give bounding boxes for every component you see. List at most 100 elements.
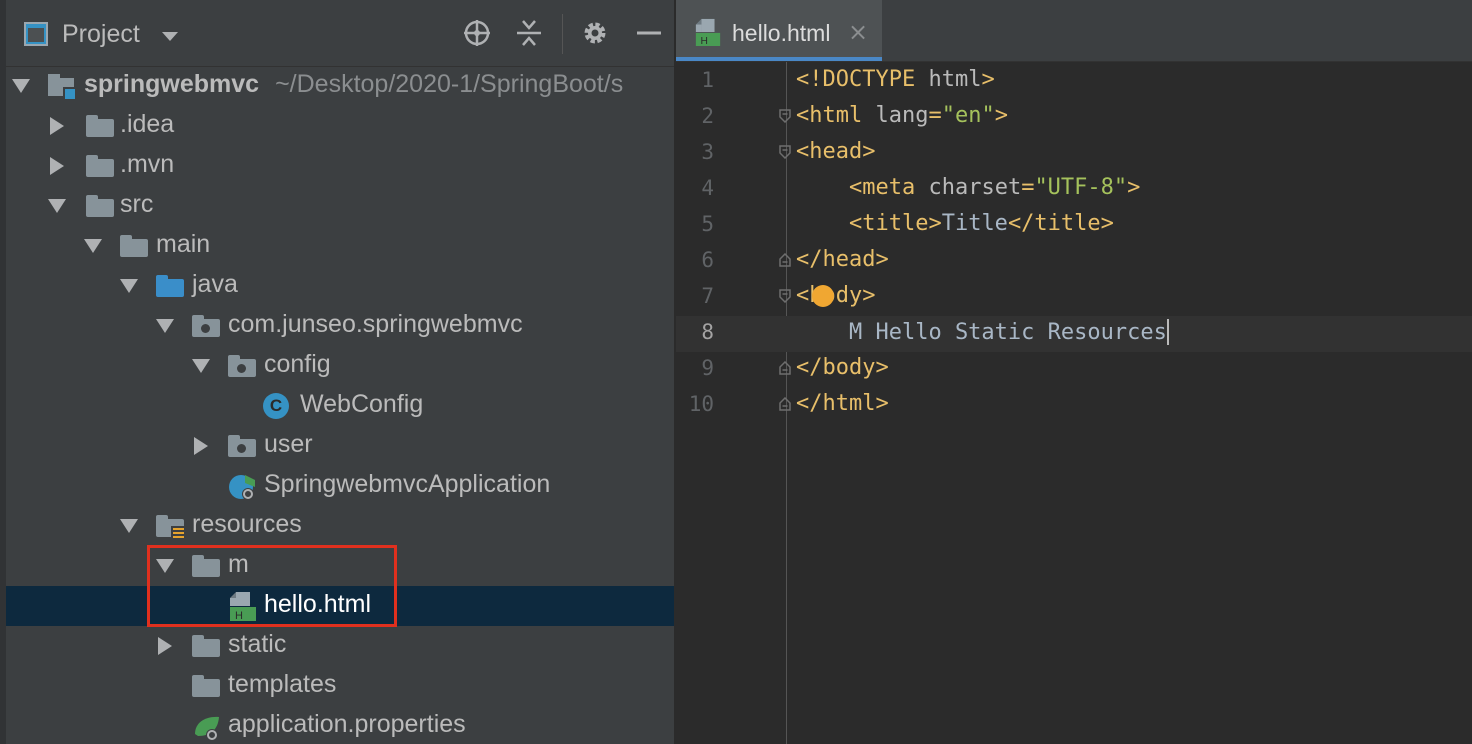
folder-icon bbox=[192, 635, 220, 657]
code-line[interactable]: 9 </body> bbox=[676, 352, 1472, 388]
expand-arrow-icon[interactable] bbox=[84, 239, 102, 253]
editor-panel: H hello.html × 1 <!DOCTYPE html> 2 <html la… bbox=[676, 0, 1472, 744]
tree-item-label: static bbox=[228, 630, 287, 658]
tree-item-package[interactable]: com.junseo.springwebmvc bbox=[6, 306, 674, 346]
tree-item-resources[interactable]: resources bbox=[6, 506, 674, 546]
code-line[interactable]: 5 <title>Title</title> bbox=[676, 208, 1472, 244]
code-text: <body> bbox=[796, 283, 876, 308]
tree-item-label: springwebmvc ~/Desktop/2020-1/SpringBoot/… bbox=[84, 70, 624, 98]
code-line[interactable]: 8 M Hello Static Resources bbox=[676, 316, 1472, 352]
code-line[interactable]: 3 <head> bbox=[676, 136, 1472, 172]
folder-icon bbox=[192, 555, 220, 577]
gear-icon[interactable] bbox=[580, 18, 610, 48]
expand-arrow-icon[interactable] bbox=[50, 117, 64, 135]
fold-close-icon[interactable] bbox=[779, 253, 791, 267]
tree-item-hello-html[interactable]: H hello.html bbox=[6, 586, 674, 626]
code-line[interactable]: 10 </html> bbox=[676, 388, 1472, 424]
expand-arrow-icon[interactable] bbox=[158, 637, 172, 655]
folder-icon bbox=[86, 115, 114, 137]
minimize-icon[interactable] bbox=[634, 18, 664, 48]
tree-item-label: resources bbox=[192, 510, 302, 538]
code-text: <meta charset="UTF-8"> bbox=[848, 175, 1141, 200]
tree-item-java[interactable]: java bbox=[6, 266, 674, 306]
collapse-all-icon[interactable] bbox=[514, 18, 544, 48]
chevron-down-icon[interactable] bbox=[162, 32, 178, 41]
code-line[interactable]: 6 </head> bbox=[676, 244, 1472, 280]
tree-item-label: config bbox=[264, 350, 331, 378]
code-text: <head> bbox=[796, 139, 876, 164]
tree-item-m[interactable]: m bbox=[6, 546, 674, 586]
expand-arrow-icon[interactable] bbox=[120, 279, 138, 293]
line-number: 7 bbox=[701, 284, 714, 308]
line-number: 1 bbox=[701, 68, 714, 92]
project-view-icon bbox=[24, 22, 48, 46]
tree-item-label: application.properties bbox=[228, 710, 466, 738]
fold-close-icon[interactable] bbox=[779, 397, 791, 411]
svg-text:H: H bbox=[701, 36, 708, 47]
fold-open-icon[interactable] bbox=[779, 289, 791, 303]
html-file-icon: H bbox=[230, 592, 256, 622]
tree-item-webconfig[interactable]: C WebConfig bbox=[6, 386, 674, 426]
expand-arrow-icon[interactable] bbox=[192, 359, 210, 373]
module-folder-icon bbox=[48, 74, 77, 101]
tree-item-config[interactable]: config bbox=[6, 346, 674, 386]
editor-tab-bar: H hello.html × bbox=[676, 0, 1472, 62]
code-line[interactable]: 1 <!DOCTYPE html> bbox=[676, 64, 1472, 100]
tree-item-label: java bbox=[192, 270, 238, 298]
tab-hello-html[interactable]: H hello.html × bbox=[676, 0, 882, 61]
expand-arrow-icon[interactable] bbox=[156, 319, 174, 333]
tree-item-user[interactable]: user bbox=[6, 426, 674, 466]
tree-item-application-properties[interactable]: application.properties bbox=[6, 706, 674, 744]
fold-open-icon[interactable] bbox=[779, 145, 791, 159]
spring-properties-icon bbox=[195, 716, 219, 741]
tree-item-label: main bbox=[156, 230, 211, 258]
tree-item-static[interactable]: static bbox=[6, 626, 674, 666]
project-view-selector[interactable]: Project bbox=[62, 20, 140, 49]
fold-close-icon[interactable] bbox=[779, 361, 791, 375]
code-line[interactable]: 2 <html lang="en"> bbox=[676, 100, 1472, 136]
folder-icon bbox=[86, 195, 114, 217]
tab-label: hello.html bbox=[732, 20, 831, 46]
tree-item-springwebmvcapplication[interactable]: SpringwebmvcApplication bbox=[6, 466, 674, 506]
tree-item-label: user bbox=[264, 430, 313, 458]
tree-item-label: SpringwebmvcApplication bbox=[264, 470, 551, 498]
tree-item-mvn[interactable]: .mvn bbox=[6, 146, 674, 186]
code-text: </body> bbox=[796, 355, 889, 380]
line-number: 9 bbox=[701, 356, 714, 380]
text-cursor bbox=[1166, 319, 1169, 345]
project-panel-header: Project bbox=[6, 0, 674, 67]
intention-bulb-icon[interactable] bbox=[812, 285, 834, 307]
expand-arrow-icon[interactable] bbox=[48, 199, 66, 213]
line-number: 2 bbox=[701, 104, 714, 128]
expand-arrow-icon[interactable] bbox=[120, 519, 138, 533]
line-number: 5 bbox=[701, 212, 714, 236]
expand-arrow-icon[interactable] bbox=[156, 559, 174, 573]
tree-item-templates[interactable]: templates bbox=[6, 666, 674, 706]
tree-root-springwebmvc[interactable]: springwebmvc ~/Desktop/2020-1/SpringBoot/… bbox=[6, 66, 674, 106]
tree-item-label: m bbox=[228, 550, 249, 578]
active-tab-indicator bbox=[676, 57, 882, 61]
tree-item-main[interactable]: main bbox=[6, 226, 674, 266]
expand-arrow-icon[interactable] bbox=[50, 157, 64, 175]
close-icon[interactable]: × bbox=[848, 18, 868, 46]
tree-item-label: .idea bbox=[120, 110, 175, 138]
tree-item-label: hello.html bbox=[264, 590, 371, 618]
code-text: <html lang="en"> bbox=[796, 103, 1008, 128]
line-number: 4 bbox=[701, 176, 714, 200]
code-line[interactable]: 4 <meta charset="UTF-8"> bbox=[676, 172, 1472, 208]
fold-open-icon[interactable] bbox=[779, 109, 791, 123]
source-folder-icon bbox=[156, 275, 184, 297]
header-divider bbox=[562, 14, 563, 54]
tree-item-idea[interactable]: .idea bbox=[6, 106, 674, 146]
locate-file-icon[interactable] bbox=[462, 18, 492, 48]
html-file-icon: H bbox=[695, 18, 721, 47]
code-text: </head> bbox=[796, 247, 889, 272]
code-text: <title>Title</title> bbox=[848, 211, 1114, 236]
tree-item-label: .mvn bbox=[120, 150, 175, 178]
expand-arrow-icon[interactable] bbox=[12, 79, 30, 93]
expand-arrow-icon[interactable] bbox=[194, 437, 208, 455]
code-line[interactable]: 7 <body> bbox=[676, 280, 1472, 316]
tree-item-src[interactable]: src bbox=[6, 186, 674, 226]
resources-folder-icon bbox=[156, 515, 185, 540]
line-number: 10 bbox=[688, 392, 714, 416]
